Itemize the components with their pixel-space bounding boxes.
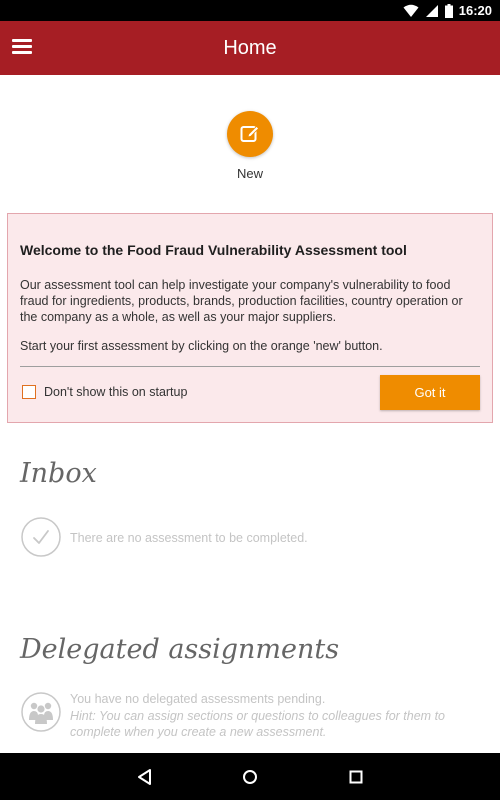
home-icon[interactable] [238, 765, 262, 789]
edit-pencil-icon [240, 125, 260, 142]
card-divider [20, 366, 480, 367]
signal-icon [425, 4, 438, 17]
inbox-title: Inbox [20, 458, 97, 489]
screen: 16:20 Home New Welcome to the Food Fraud… [0, 0, 500, 800]
inbox-empty-message: There are no assessment to be completed. [70, 531, 308, 545]
delegated-title: Delegated assignments [20, 634, 340, 665]
new-button-label: New [236, 166, 263, 181]
welcome-instruction: Start your first assessment by clicking … [20, 339, 383, 353]
welcome-card: Welcome to the Food Fraud Vulnerability … [7, 213, 493, 423]
group-people-icon [21, 692, 61, 732]
delegated-empty-message: You have no delegated assessments pendin… [70, 692, 326, 706]
status-bar: 16:20 [0, 0, 500, 21]
dont-show-label[interactable]: Don't show this on startup [44, 385, 187, 399]
checkmark-circle-icon [21, 517, 61, 557]
welcome-description: Our assessment tool can help investigate… [20, 278, 463, 324]
page-title: Home [223, 36, 277, 59]
nav-bar [0, 753, 500, 800]
welcome-heading: Welcome to the Food Fraud Vulnerability … [20, 242, 407, 258]
app-bar: Home [0, 21, 500, 75]
battery-icon [444, 3, 453, 18]
dont-show-checkbox[interactable] [22, 385, 36, 399]
status-time: 16:20 [458, 3, 492, 18]
delegated-hint: Hint: You can assign sections or questio… [70, 709, 445, 739]
new-assessment-button[interactable] [227, 111, 273, 157]
got-it-button[interactable]: Got it [380, 375, 480, 410]
hamburger-menu-icon[interactable] [12, 39, 32, 55]
back-icon[interactable] [133, 765, 157, 789]
wifi-icon [403, 4, 419, 17]
recents-icon[interactable] [344, 765, 368, 789]
